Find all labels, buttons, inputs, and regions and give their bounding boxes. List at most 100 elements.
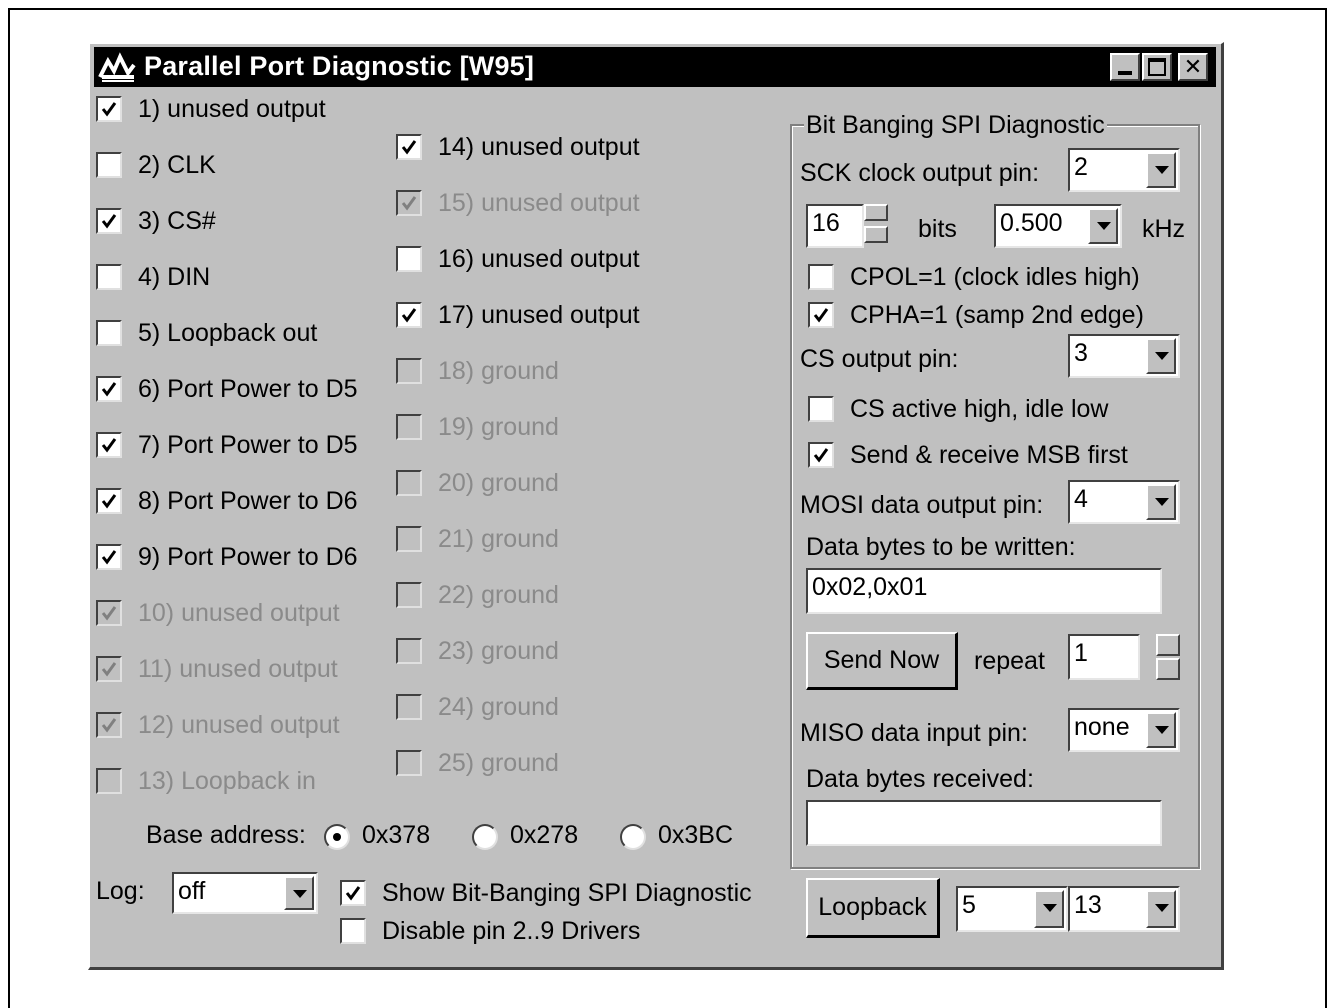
chevron-down-icon[interactable] <box>1146 338 1176 374</box>
received-data-output[interactable] <box>806 800 1162 846</box>
pin-checkbox[interactable] <box>96 96 122 122</box>
received-data-label: Data bytes received: <box>806 765 1034 793</box>
chevron-down-icon[interactable] <box>284 876 314 910</box>
title-bar[interactable]: Parallel Port Diagnostic [W95] ✕ <box>94 47 1216 87</box>
pin-label: 22) ground <box>438 581 559 609</box>
loopback-button[interactable]: Loopback <box>806 878 940 938</box>
log-label: Log: <box>96 877 145 905</box>
minimize-button[interactable] <box>1110 53 1140 81</box>
disable-drivers-checkbox[interactable] <box>340 918 366 944</box>
radio-selected-icon <box>333 833 341 841</box>
checkmark-icon <box>813 448 829 463</box>
miso-pin-select[interactable]: none <box>1068 708 1180 752</box>
base-address-radio[interactable] <box>324 824 350 850</box>
log-select[interactable]: off <box>172 872 318 914</box>
chevron-down-icon[interactable] <box>1146 712 1176 748</box>
pin-label: 21) ground <box>438 525 559 553</box>
pin-label: 20) ground <box>438 469 559 497</box>
mosi-pin-label: MOSI data output pin: <box>800 491 1044 519</box>
pin-checkbox[interactable] <box>96 544 122 570</box>
pin-label: 4) DIN <box>138 263 211 291</box>
cpol-checkbox[interactable] <box>808 264 834 290</box>
checkmark-icon <box>101 438 117 453</box>
pin-checkbox[interactable] <box>96 432 122 458</box>
pin-label: 13) Loopback in <box>138 767 316 795</box>
pin-label: 24) ground <box>438 693 559 721</box>
pin-label: 16) unused output <box>438 245 640 273</box>
repeat-value: 1 <box>1074 639 1088 667</box>
cs-pin-value: 3 <box>1074 339 1088 367</box>
write-data-input[interactable]: 0x02,0x01 <box>806 568 1162 614</box>
write-data-label: Data bytes to be written: <box>806 533 1076 561</box>
close-button[interactable]: ✕ <box>1178 53 1208 81</box>
pin-label: 12) unused output <box>138 711 340 739</box>
pin-checkbox[interactable] <box>96 152 122 178</box>
repeat-label: repeat <box>974 647 1045 675</box>
bits-value: 16 <box>812 209 840 237</box>
pin-checkbox[interactable] <box>96 488 122 514</box>
pin-checkbox[interactable] <box>96 320 122 346</box>
loopback-in-value: 13 <box>1074 891 1102 919</box>
spin-down-icon[interactable] <box>864 226 888 243</box>
send-now-button[interactable]: Send Now <box>806 632 958 690</box>
pin-checkbox[interactable] <box>396 302 422 328</box>
spin-up-icon[interactable] <box>864 204 888 221</box>
pin-label: 5) Loopback out <box>138 319 318 347</box>
spi-group-title: Bit Banging SPI Diagnostic <box>804 110 1107 140</box>
loopback-out-select[interactable]: 5 <box>956 886 1068 932</box>
spin-up-icon[interactable] <box>1156 634 1180 656</box>
frequency-value: 0.500 <box>1000 209 1063 237</box>
log-select-value: off <box>178 877 206 905</box>
cpha-label: CPHA=1 (samp 2nd edge) <box>850 301 1144 329</box>
pin-label: 11) unused output <box>138 655 338 683</box>
mosi-pin-select[interactable]: 4 <box>1068 480 1180 524</box>
base-address-radio[interactable] <box>472 824 498 850</box>
cs-pin-select[interactable]: 3 <box>1068 334 1180 378</box>
spin-down-icon[interactable] <box>1156 658 1180 680</box>
cs-active-checkbox[interactable] <box>808 396 834 422</box>
sck-pin-value: 2 <box>1074 153 1088 181</box>
pin-checkbox <box>396 694 422 720</box>
loopback-out-value: 5 <box>962 891 976 919</box>
maximize-button[interactable] <box>1142 53 1172 81</box>
pin-checkbox <box>96 600 122 626</box>
pin-label: 1) unused output <box>138 95 326 123</box>
chevron-down-icon[interactable] <box>1034 890 1064 928</box>
pin-checkbox[interactable] <box>396 134 422 160</box>
repeat-spinner[interactable] <box>1156 634 1180 680</box>
msb-first-checkbox[interactable] <box>808 442 834 468</box>
checkmark-icon <box>101 662 117 677</box>
pin-checkbox <box>396 414 422 440</box>
pin-checkbox[interactable] <box>96 264 122 290</box>
show-spi-checkbox[interactable] <box>340 880 366 906</box>
pin-checkbox <box>396 638 422 664</box>
close-icon: ✕ <box>1183 54 1203 79</box>
cpha-checkbox[interactable] <box>808 302 834 328</box>
pin-checkbox[interactable] <box>96 208 122 234</box>
msb-first-label: Send & receive MSB first <box>850 441 1128 469</box>
pin-checkbox <box>396 190 422 216</box>
checkmark-icon <box>101 606 117 621</box>
bits-input[interactable]: 16 <box>806 204 864 248</box>
frequency-select[interactable]: 0.500 <box>994 204 1122 248</box>
pin-checkbox[interactable] <box>396 246 422 272</box>
pin-checkbox[interactable] <box>96 376 122 402</box>
chevron-down-icon[interactable] <box>1146 890 1176 928</box>
checkmark-icon <box>401 308 417 323</box>
pin-checkbox <box>396 750 422 776</box>
base-address-radio[interactable] <box>620 824 646 850</box>
chevron-down-icon[interactable] <box>1088 208 1118 244</box>
chevron-down-icon[interactable] <box>1146 484 1176 520</box>
miso-pin-label: MISO data input pin: <box>800 719 1028 747</box>
window-title: Parallel Port Diagnostic [W95] <box>144 51 535 81</box>
bits-spinner[interactable] <box>864 204 888 248</box>
repeat-input[interactable]: 1 <box>1068 634 1140 680</box>
checkmark-icon <box>345 886 361 901</box>
cs-active-label: CS active high, idle low <box>850 395 1109 423</box>
loopback-in-select[interactable]: 13 <box>1068 886 1180 932</box>
sck-pin-select[interactable]: 2 <box>1068 148 1180 192</box>
pin-label: 17) unused output <box>438 301 640 329</box>
chevron-down-icon[interactable] <box>1146 152 1176 188</box>
minimize-icon <box>1118 71 1132 75</box>
pin-label: 14) unused output <box>438 133 640 161</box>
